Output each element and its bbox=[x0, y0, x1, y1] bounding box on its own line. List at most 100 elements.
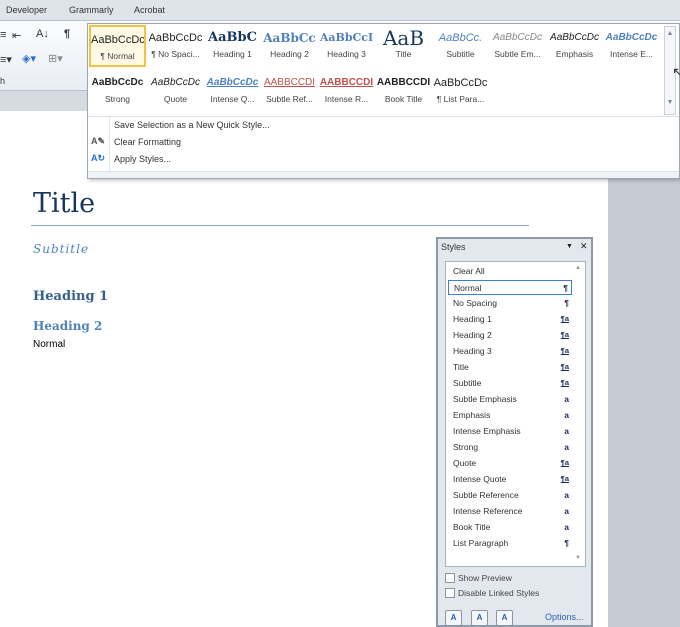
style-heading-3[interactable]: AaBbCcI Heading 3 bbox=[318, 25, 375, 67]
style-intense-emphasis[interactable]: AaBbCcDc Intense E... bbox=[603, 25, 660, 67]
line-spacing-icon[interactable]: ≡▾ bbox=[0, 53, 12, 66]
style-list-item[interactable]: Emphasis a bbox=[448, 408, 572, 423]
style-strong[interactable]: AaBbCcDc Strong bbox=[89, 70, 146, 112]
sort-icon[interactable]: A↓ bbox=[36, 28, 49, 40]
style-list-item[interactable]: Normal ¶ bbox=[448, 280, 572, 295]
preview: AaBbCcDc bbox=[206, 77, 259, 88]
borders-icon[interactable]: ⊞▾ bbox=[48, 52, 63, 65]
style-list-paragraph[interactable]: AaBbCcDc ¶ List Para... bbox=[432, 70, 489, 112]
clear-formatting-item[interactable]: Clear Formatting bbox=[114, 137, 181, 147]
style-heading-2[interactable]: AaBbCc Heading 2 bbox=[261, 25, 318, 67]
new-style-button[interactable]: A bbox=[445, 610, 462, 626]
preview: AABBCCDI bbox=[319, 77, 374, 88]
preview: AaBbCc bbox=[263, 31, 316, 45]
shading-icon[interactable]: ◈▾ bbox=[22, 52, 36, 65]
linked-style-icon: ¶a bbox=[560, 314, 569, 323]
style-name: Subtle Reference bbox=[453, 490, 519, 500]
style-list-item[interactable]: Title ¶a bbox=[448, 360, 572, 375]
tab-grammarly[interactable]: Grammarly bbox=[69, 5, 114, 15]
style-list-item[interactable]: Subtle Emphasis a bbox=[448, 392, 572, 407]
style-subtle-reference[interactable]: AABBCCDI Subtle Ref... bbox=[261, 70, 318, 112]
resize-grip[interactable] bbox=[88, 171, 679, 178]
style-quote[interactable]: AaBbCcDc Quote bbox=[147, 70, 204, 112]
style-list-item[interactable]: Subtle Reference a bbox=[448, 488, 572, 503]
style-list-item[interactable]: Subtitle ¶a bbox=[448, 376, 572, 391]
style-list-item[interactable]: Intense Reference a bbox=[448, 504, 572, 519]
style-name: Emphasis bbox=[453, 410, 491, 420]
style-list-item[interactable]: No Spacing ¶ bbox=[448, 296, 572, 311]
show-preview-checkbox[interactable]: Show Preview bbox=[445, 573, 512, 583]
scroll-up-icon[interactable]: ▲ bbox=[665, 30, 675, 37]
doc-heading-2[interactable]: Heading 2 bbox=[33, 319, 102, 333]
style-name: Subtle Emphasis bbox=[453, 394, 517, 404]
style-list-item[interactable]: Heading 3 ¶a bbox=[448, 344, 572, 359]
linked-style-icon: ¶a bbox=[560, 362, 569, 371]
style-list-item[interactable]: Book Title a bbox=[448, 520, 572, 535]
style-name: Quote bbox=[453, 458, 477, 468]
preview: AaBbCcDc bbox=[605, 32, 658, 43]
style-list-item[interactable]: List Paragraph ¶ bbox=[448, 536, 572, 551]
style-list-item[interactable]: Intense Quote ¶a bbox=[448, 472, 572, 487]
options-link[interactable]: Options... bbox=[545, 612, 584, 622]
separator bbox=[109, 117, 110, 171]
doc-title[interactable]: Title bbox=[33, 188, 95, 219]
style-list-item[interactable]: Heading 1 ¶a bbox=[448, 312, 572, 327]
close-icon[interactable]: ✕ bbox=[580, 241, 588, 252]
label: Title bbox=[395, 49, 412, 59]
doc-heading-1[interactable]: Heading 1 bbox=[33, 289, 108, 304]
style-list-item[interactable]: Intense Emphasis a bbox=[448, 424, 572, 439]
character-style-icon: a bbox=[564, 490, 569, 500]
style-emphasis[interactable]: AaBbCcDc Emphasis bbox=[546, 25, 603, 67]
label: ¶ No Spaci... bbox=[151, 49, 200, 59]
align-icon[interactable]: ≡ bbox=[0, 29, 6, 41]
label: Book Title bbox=[384, 94, 423, 104]
style-no-spacing[interactable]: AaBbCcDc ¶ No Spaci... bbox=[147, 25, 204, 67]
character-style-icon: a bbox=[564, 410, 569, 420]
preview: AaBbCcDc bbox=[550, 32, 599, 43]
pilcrow-icon[interactable]: ¶ bbox=[64, 28, 70, 40]
label: Emphasis bbox=[555, 49, 594, 59]
apply-styles-icon: A↻ bbox=[91, 153, 106, 163]
style-name: Strong bbox=[453, 442, 479, 452]
label: Disable Linked Styles bbox=[458, 588, 540, 598]
indent-icon[interactable]: ⇤ bbox=[12, 29, 21, 42]
style-list-item[interactable]: Clear All bbox=[448, 264, 572, 279]
scroll-up-icon[interactable]: ▲ bbox=[575, 265, 581, 271]
style-intense-reference[interactable]: AABBCCDI Intense R... bbox=[318, 70, 375, 112]
style-title[interactable]: AaB Title bbox=[375, 25, 432, 67]
label: Subtle Ref... bbox=[266, 94, 313, 104]
preview: AaBbCcDc bbox=[91, 34, 144, 46]
style-heading-1[interactable]: AaBbC Heading 1 bbox=[204, 25, 261, 67]
linked-style-icon: ¶a bbox=[560, 458, 569, 467]
character-style-icon: a bbox=[564, 506, 569, 516]
doc-normal[interactable]: Normal bbox=[33, 339, 65, 350]
style-inspector-button[interactable]: A bbox=[471, 610, 488, 626]
tab-acrobat[interactable]: Acrobat bbox=[134, 5, 165, 15]
scroll-down-icon[interactable]: ▼ bbox=[665, 99, 675, 106]
style-list-item[interactable]: Quote ¶a bbox=[448, 456, 572, 471]
label: Intense E... bbox=[610, 49, 653, 59]
style-list-item[interactable]: Heading 2 ¶a bbox=[448, 328, 572, 343]
pane-menu-icon[interactable]: ▼ bbox=[566, 243, 573, 250]
style-name: Clear All bbox=[453, 266, 485, 276]
label: Quote bbox=[163, 94, 188, 104]
style-list-item[interactable]: Strong a bbox=[448, 440, 572, 455]
preview: AaBbCcDc bbox=[148, 32, 203, 44]
save-quick-style-item[interactable]: Save Selection as a New Quick Style... bbox=[114, 120, 270, 130]
style-name: Intense Emphasis bbox=[453, 426, 521, 436]
doc-subtitle[interactable]: Subtitle bbox=[33, 242, 89, 256]
scroll-down-icon[interactable]: ▼ bbox=[575, 555, 581, 561]
list-scrollbar[interactable]: ▲ ▼ bbox=[573, 263, 584, 565]
style-name: List Paragraph bbox=[453, 538, 509, 548]
style-subtle-emphasis[interactable]: AaBbCcDc Subtle Em... bbox=[489, 25, 546, 67]
style-subtitle[interactable]: AaBbCc. Subtitle bbox=[432, 25, 489, 67]
preview: AaBbC bbox=[208, 30, 257, 45]
style-book-title[interactable]: AABBCCDI Book Title bbox=[375, 70, 432, 112]
style-normal[interactable]: AaBbCcDc ¶ Normal bbox=[89, 25, 146, 67]
disable-linked-styles-checkbox[interactable]: Disable Linked Styles bbox=[445, 588, 539, 598]
style-intense-quote[interactable]: AaBbCcDc Intense Q... bbox=[204, 70, 261, 112]
manage-styles-button[interactable]: A bbox=[496, 610, 513, 626]
tab-developer[interactable]: Developer bbox=[6, 5, 47, 15]
apply-styles-item[interactable]: Apply Styles... bbox=[114, 154, 171, 164]
style-name: Intense Reference bbox=[453, 506, 523, 516]
